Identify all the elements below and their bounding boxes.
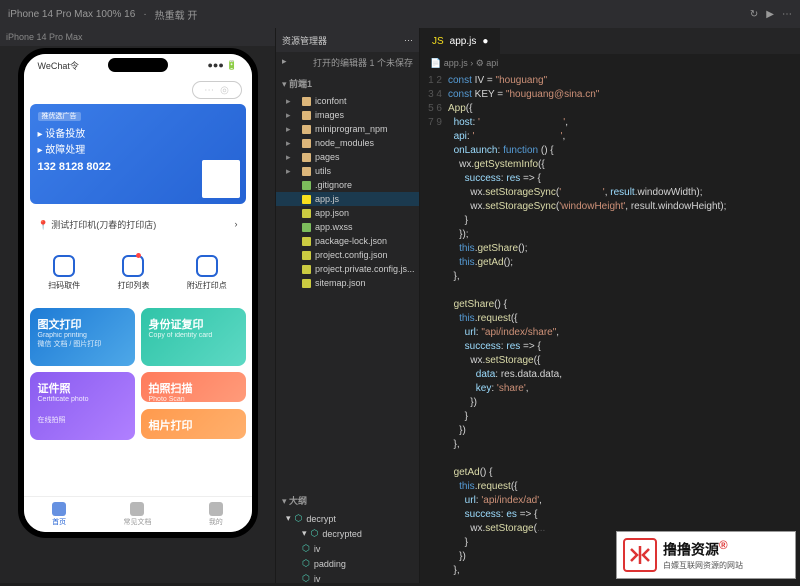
device-info: iPhone 14 Pro Max 100% 16 <box>8 9 135 20</box>
file-project.config.json[interactable]: project.config.json <box>276 248 419 262</box>
file-app.json[interactable]: app.json <box>276 206 419 220</box>
outline-tree: ▾ ⬡ decrypt▾ ⬡ decrypted⬡ iv⬡ padding⬡ i… <box>276 511 419 586</box>
outline-iv[interactable]: ⬡ iv <box>276 571 419 586</box>
explorer-action-icon[interactable]: ⋯ <box>404 35 413 46</box>
ide-top-toolbar: iPhone 14 Pro Max 100% 16 · 热重载 开 ↻ ▶ ⋯ <box>0 0 800 28</box>
outline-header[interactable]: ▾ 大纲 <box>276 490 419 511</box>
tab-app-js[interactable]: JS app.js ● <box>420 28 501 54</box>
file-package-lock.json[interactable]: package-lock.json <box>276 234 419 248</box>
editor-panel: JS app.js ● 📄 app.js › ⚙ api 1 2 3 4 5 6… <box>420 28 800 583</box>
file-sitemap.json[interactable]: sitemap.json <box>276 276 419 290</box>
store-selector[interactable]: 📍 测试打印机(刀春的打印店)› <box>30 210 246 238</box>
action-nearby[interactable]: 附近打印点 <box>187 255 227 291</box>
folder-icon <box>302 167 311 176</box>
toolbar-icon[interactable]: ▶ <box>766 9 774 20</box>
file-tree: ▸iconfont▸images▸miniprogram_npm▸node_mo… <box>276 94 419 290</box>
open-editors-header[interactable]: ▸打开的编辑器 1 个未保存 <box>276 52 419 73</box>
action-row: 扫码取件 打印列表 附近打印点 <box>30 244 246 302</box>
folder-icon <box>302 97 311 106</box>
tab-docs[interactable]: 常见文档 <box>123 502 151 527</box>
notch <box>108 58 168 72</box>
folder-icon <box>302 139 311 148</box>
explorer-title: 资源管理器 <box>282 34 327 47</box>
promo-banner[interactable]: 推优选广告 ▸ 设备投放 ▸ 故障处理 132 8128 8022 <box>30 104 246 204</box>
miniprogram-header: ⋯◎ <box>24 76 252 104</box>
simulator-device: iPhone 14 Pro Max <box>6 32 83 42</box>
outline-padding[interactable]: ⬡ padding <box>276 556 419 571</box>
file-miniprogram_npm[interactable]: ▸miniprogram_npm <box>276 122 419 136</box>
outline-iv[interactable]: ⬡ iv <box>276 541 419 556</box>
file-icon <box>302 181 311 190</box>
file-project.private.config.js...[interactable]: project.private.config.js... <box>276 262 419 276</box>
file-icon <box>302 265 311 274</box>
file-icon <box>302 251 311 260</box>
folder-icon <box>302 153 311 162</box>
file-icon <box>302 279 311 288</box>
file-app.js[interactable]: app.js <box>276 192 419 206</box>
code-area[interactable]: 1 2 3 4 5 6 7 9 const IV = "houguang" co… <box>420 72 800 583</box>
folder-icon <box>302 111 311 120</box>
file-pages[interactable]: ▸pages <box>276 150 419 164</box>
file-icon <box>302 195 311 204</box>
hot-reload-label[interactable]: 热重载 开 <box>155 7 198 22</box>
tab-bar: 首页 常见文档 我的 <box>24 496 252 532</box>
card-photo-print[interactable]: 相片打印 <box>141 409 246 439</box>
scan-icon <box>53 255 75 277</box>
status-bar: WeChat令 ●●● 🔋 <box>24 54 252 76</box>
watermark-overlay: 撸撸资源® 白嫖互联网资源的网站 <box>616 531 796 579</box>
js-file-icon: JS <box>432 36 444 47</box>
folder-icon <box>302 125 311 134</box>
dirty-indicator: ● <box>482 36 488 47</box>
outline-decrypt[interactable]: ▾ ⬡ decrypt <box>276 511 419 526</box>
toolbar-icon[interactable]: ⋯ <box>782 9 792 20</box>
card-graphic-print[interactable]: 图文打印Graphic printing微信 文档 / 图片打印 <box>30 308 135 366</box>
file-utils[interactable]: ▸utils <box>276 164 419 178</box>
outline-decrypted[interactable]: ▾ ⬡ decrypted <box>276 526 419 541</box>
list-icon <box>122 255 144 277</box>
watermark-logo-icon <box>623 538 657 572</box>
file-node_modules[interactable]: ▸node_modules <box>276 136 419 150</box>
phone-frame: WeChat令 ●●● 🔋 ⋯◎ 推优选广告 ▸ 设备投放 ▸ 故障处理 132… <box>18 48 258 538</box>
file-.gitignore[interactable]: .gitignore <box>276 178 419 192</box>
card-cert-photo[interactable]: 证件照Certificate photo在线拍照 <box>30 372 135 440</box>
breadcrumb[interactable]: 📄 app.js › ⚙ api <box>420 54 800 72</box>
file-icon <box>302 209 311 218</box>
action-list[interactable]: 打印列表 <box>117 255 149 291</box>
project-root[interactable]: ▾ 前端1 <box>276 73 419 94</box>
capsule-button[interactable]: ⋯◎ <box>192 81 242 99</box>
tab-home[interactable]: 首页 <box>52 502 66 527</box>
simulator-panel: iPhone 14 Pro Max WeChat令 ●●● 🔋 ⋯◎ 推优选广告… <box>0 28 275 583</box>
file-icon <box>302 237 311 246</box>
qr-code-icon <box>202 160 240 198</box>
file-app.wxss[interactable]: app.wxss <box>276 220 419 234</box>
tab-mine[interactable]: 我的 <box>209 502 223 527</box>
file-iconfont[interactable]: ▸iconfont <box>276 94 419 108</box>
file-icon <box>302 223 311 232</box>
editor-tabs: JS app.js ● <box>420 28 800 54</box>
toolbar-icon[interactable]: ↻ <box>750 9 758 20</box>
file-images[interactable]: ▸images <box>276 108 419 122</box>
location-icon <box>196 255 218 277</box>
explorer-panel: 资源管理器 ⋯ ▸打开的编辑器 1 个未保存 ▾ 前端1 ▸iconfont▸i… <box>275 28 420 583</box>
card-id-copy[interactable]: 身份证复印Copy of identity card <box>141 308 246 366</box>
banner-tag: 推优选广告 <box>38 112 81 121</box>
card-photo-scan[interactable]: 拍照扫描Photo Scan <box>141 372 246 402</box>
action-scan[interactable]: 扫码取件 <box>48 255 80 291</box>
